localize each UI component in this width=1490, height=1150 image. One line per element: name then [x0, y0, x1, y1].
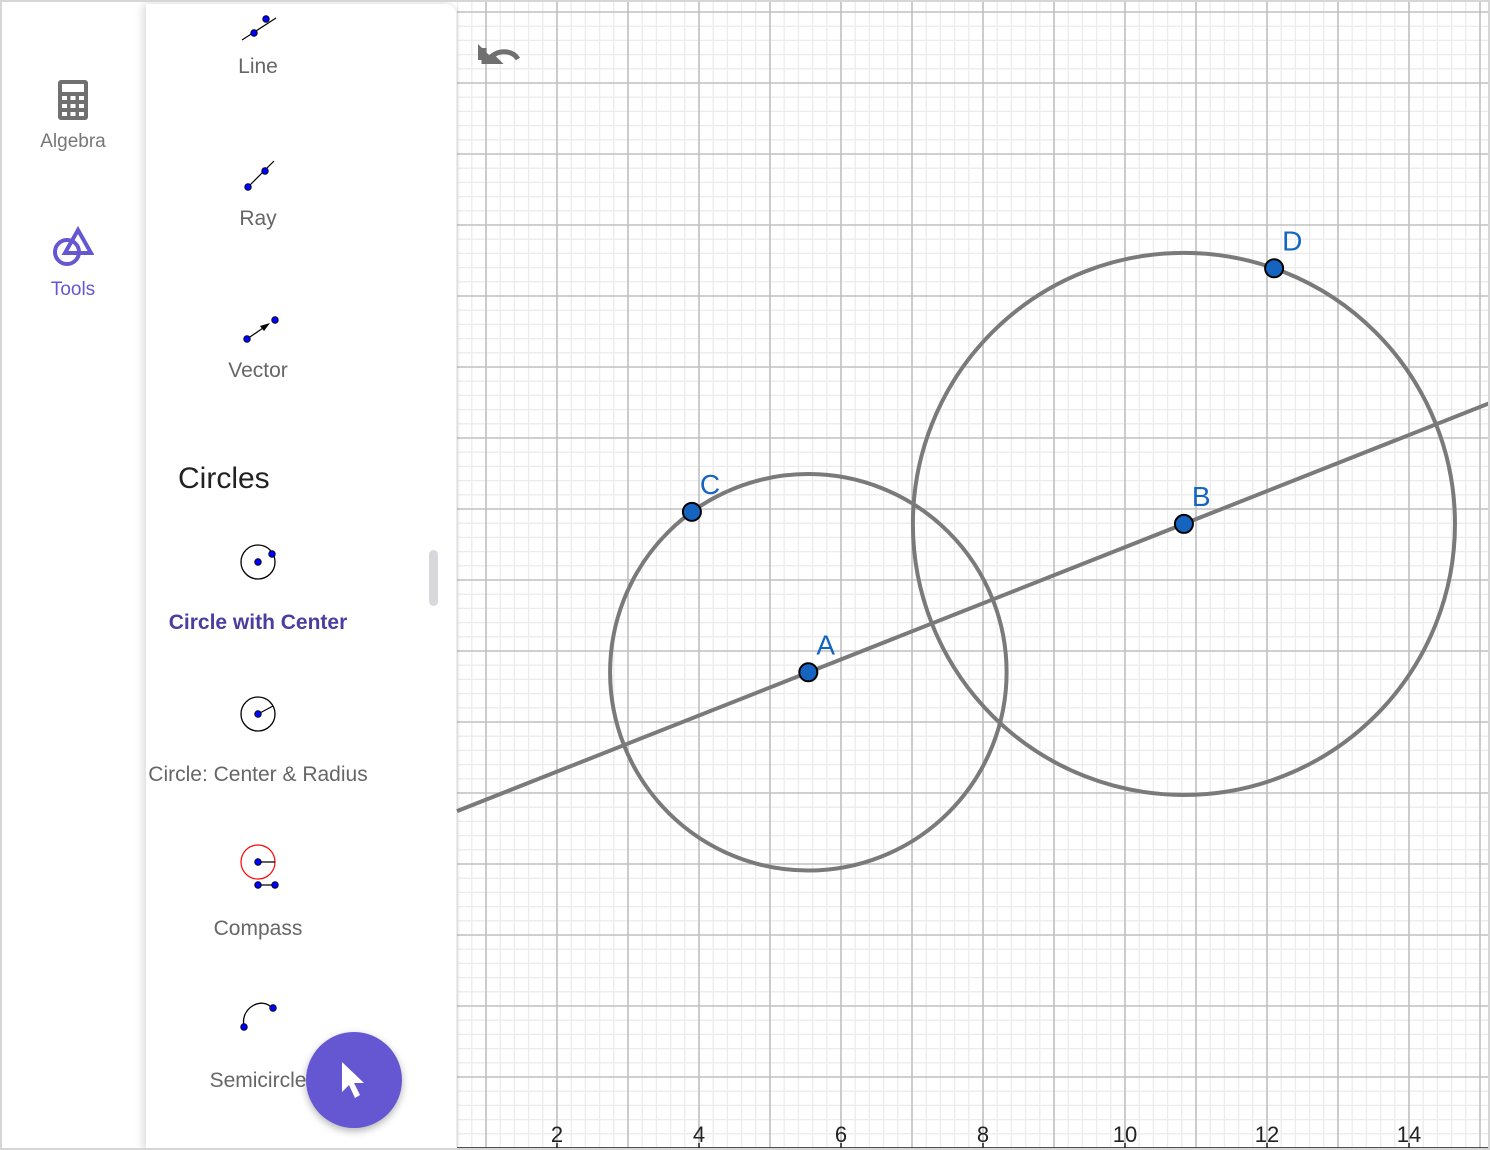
tools-panel-scrollbar[interactable] [429, 550, 438, 606]
point-d [1264, 258, 1285, 279]
move-tool-button[interactable] [306, 1032, 402, 1128]
x-tick-label: 10 [1113, 1122, 1137, 1147]
tool-vector[interactable]: Vector [146, 308, 370, 385]
point-b [1173, 513, 1194, 534]
x-tick-label: 2 [551, 1122, 563, 1147]
move-cursor-icon [342, 1062, 364, 1098]
construction-objects: A B C D [456, 225, 1490, 873]
line-icon [241, 15, 277, 41]
point-label-c: C [700, 469, 720, 500]
undo-icon [478, 44, 521, 65]
tools-icon [53, 225, 95, 266]
point-a [798, 662, 819, 683]
tool-circle-with-center[interactable]: Circle with Center [146, 538, 370, 637]
rail-label-algebra: Algebra [40, 131, 106, 152]
x-tick-label: 8 [977, 1122, 989, 1147]
point-label-b: B [1192, 481, 1211, 512]
x-tick-label: 14 [1397, 1122, 1421, 1147]
compass-icon [240, 844, 279, 889]
x-axis-tick-labels: 2 4 6 8 10 12 14 [551, 1122, 1421, 1148]
x-tick-label: 12 [1255, 1122, 1279, 1147]
rail-item-algebra[interactable]: Algebra [0, 80, 146, 153]
x-tick-label: 6 [835, 1122, 847, 1147]
point-label-d: D [1282, 225, 1302, 256]
tool-line[interactable]: Line [146, 4, 370, 81]
tool-label: Circle with Center [168, 611, 348, 634]
calculator-icon [58, 80, 88, 120]
tool-label: Compass [213, 917, 303, 940]
circle-center-radius-icon [240, 696, 276, 732]
tool-ray[interactable]: Ray [146, 156, 370, 233]
side-rail: Algebra Tools [0, 0, 146, 1150]
point-label-a: A [816, 629, 835, 660]
point-c [681, 501, 702, 522]
tool-label: Line [238, 55, 278, 78]
semicircle-icon [240, 1002, 277, 1031]
ray-icon [244, 160, 275, 191]
grid [456, 0, 1490, 1150]
circle-with-center-icon [240, 544, 276, 580]
tool-label: Circle: Center & Radius [148, 763, 368, 786]
section-title-circles: Circles [178, 462, 270, 495]
tool-label: Vector [228, 359, 288, 382]
undo-button[interactable] [478, 38, 524, 69]
tool-label: Ray [239, 207, 277, 230]
tools-panel: Line Ray Vector Circles Circle with Cent… [146, 4, 456, 1150]
vector-icon [243, 316, 279, 343]
x-tick-label: 4 [693, 1122, 705, 1147]
rail-item-tools[interactable]: Tools [0, 225, 146, 301]
rail-label-tools: Tools [50, 279, 96, 300]
tool-compass[interactable]: Compass [146, 842, 370, 943]
tool-circle-center-radius[interactable]: Circle: Center & Radius [146, 690, 370, 789]
